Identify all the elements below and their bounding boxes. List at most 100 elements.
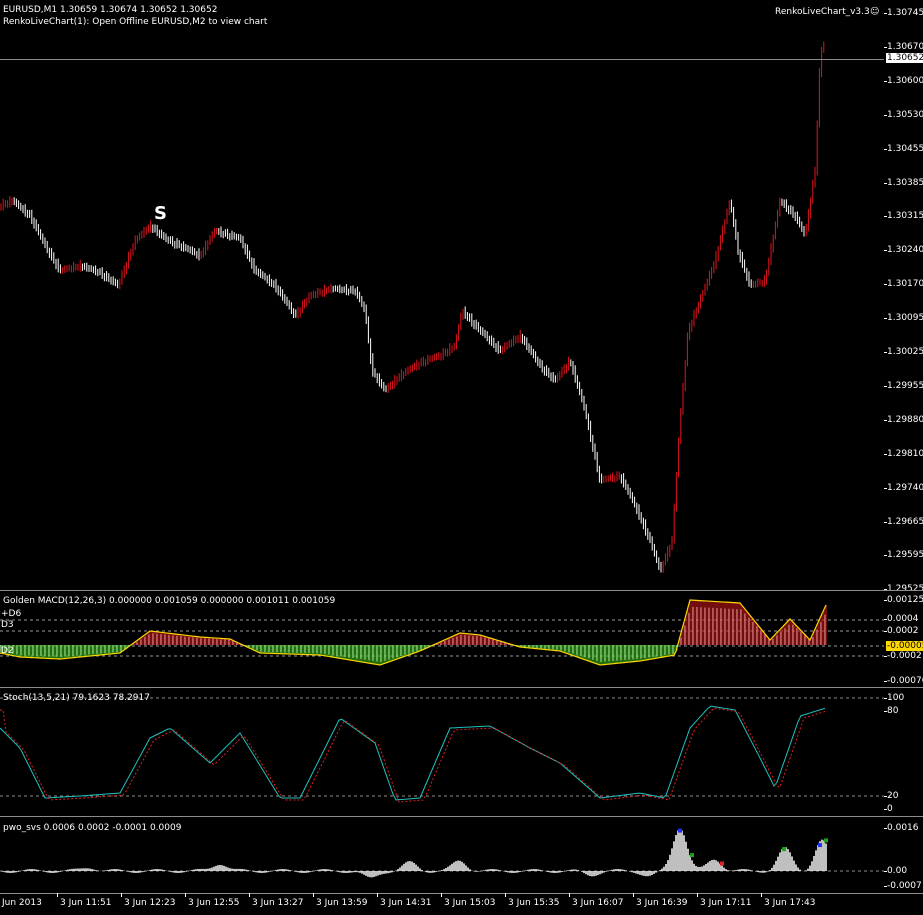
price-tick-label: 1.30315 xyxy=(887,211,923,222)
stoch-main-line xyxy=(0,705,826,801)
time-tick-label: Jun 2013 xyxy=(2,898,42,908)
pwo-tick-label: 0.0016 xyxy=(887,823,919,833)
macd-tick-mark xyxy=(884,619,887,620)
current-price-badge: 1.30652 xyxy=(886,53,923,63)
pwo-marker xyxy=(824,838,828,843)
time-tick-mark xyxy=(761,893,762,897)
price-tick-mark xyxy=(884,487,887,489)
stoch-tick-label: 80 xyxy=(887,706,899,716)
price-tick-mark xyxy=(884,385,887,387)
price-tick-label: 1.30745 xyxy=(887,8,923,18)
price-tick-mark xyxy=(884,114,887,116)
price-tick-label: 1.30455 xyxy=(887,143,923,154)
pwo-tick-mark xyxy=(884,886,887,887)
pwo-tick-mark xyxy=(884,871,887,872)
macd-level-d3: D3 xyxy=(1,620,14,630)
macd-tick-mark xyxy=(884,656,887,657)
pwo-tick-label: -0.0007 xyxy=(887,881,922,891)
time-tick-mark xyxy=(121,893,122,897)
macd-axis[interactable] xyxy=(884,591,923,687)
price-tick-mark xyxy=(884,250,887,252)
price-tick-mark xyxy=(884,318,887,320)
time-tick-mark xyxy=(697,893,698,897)
price-tick-mark xyxy=(884,46,887,48)
chart-title: EURUSD,M1 1.30659 1.30674 1.30652 1.3065… xyxy=(3,5,218,15)
signal-marker: S xyxy=(154,203,167,224)
macd-tick-mark xyxy=(884,600,887,601)
macd-tick-label: 0.0004 xyxy=(887,614,919,624)
macd-current-badge: -0.00005 xyxy=(886,641,923,651)
time-tick-label: 3 Jun 17:11 xyxy=(700,898,752,908)
time-tick-mark xyxy=(633,893,634,897)
time-tick-label: 3 Jun 13:27 xyxy=(252,898,304,908)
time-tick-label: 3 Jun 13:59 xyxy=(316,898,368,908)
current-price-line xyxy=(0,59,884,60)
price-candles xyxy=(0,41,825,573)
stoch-title: Stoch(13,5,21) 79.1623 78.2917 xyxy=(3,693,150,703)
time-tick-mark xyxy=(313,893,314,897)
time-tick-mark xyxy=(441,893,442,897)
time-tick-mark xyxy=(57,893,58,897)
stoch-tick-mark xyxy=(884,711,887,712)
price-tick-label: 1.30240 xyxy=(887,245,923,256)
time-tick-mark xyxy=(377,893,378,897)
macd-level-d6: +D6 xyxy=(1,609,22,619)
price-tick-mark xyxy=(884,352,887,353)
price-chart-pane[interactable]: EURUSD,M1 1.30659 1.30674 1.30652 1.3065… xyxy=(0,0,884,590)
time-tick-mark xyxy=(185,893,186,897)
price-tick-label: 1.30385 xyxy=(887,177,923,188)
price-tick-label: 1.30670 xyxy=(887,41,923,52)
macd-tick-label: 0.00125 xyxy=(887,595,923,605)
pwo-marker xyxy=(720,861,724,866)
price-tick-label: 1.29880 xyxy=(887,414,923,425)
time-tick-label: 3 Jun 12:55 xyxy=(188,898,240,908)
macd-tick-label: -0.0002 xyxy=(887,651,922,661)
price-tick-label: 1.30530 xyxy=(887,109,923,120)
time-tick-label: 3 Jun 11:51 xyxy=(60,898,112,908)
price-tick-mark xyxy=(884,284,887,286)
time-tick-label: 3 Jun 15:35 xyxy=(508,898,560,908)
price-tick-label: 1.29810 xyxy=(887,448,923,459)
price-tick-mark xyxy=(884,555,887,557)
pwo-title: pwo_svs 0.0006 0.0002 -0.0001 0.0009 xyxy=(3,823,182,833)
price-tick-label: 1.29740 xyxy=(887,482,923,493)
macd-title: Golden MACD(12,26,3) 0.000000 0.001059 0… xyxy=(3,596,336,606)
price-tick-mark xyxy=(884,80,887,82)
macd-level-d2: D2 xyxy=(1,646,14,656)
price-tick-mark xyxy=(884,148,887,150)
price-tick-label: 1.29595 xyxy=(887,550,923,561)
time-tick-label: 3 Jun 16:39 xyxy=(636,898,688,908)
expert-advisor-label[interactable]: RenkoLiveChart_v3.3 xyxy=(775,7,870,17)
stoch-tick-mark xyxy=(884,698,887,699)
macd-pane[interactable]: Golden MACD(12,26,3) 0.000000 0.001059 0… xyxy=(0,591,884,687)
time-tick-mark xyxy=(569,893,570,897)
time-tick-mark xyxy=(249,893,250,897)
pwo-marker xyxy=(818,843,822,848)
pwo-marker xyxy=(782,847,786,852)
price-tick-label: 1.30025 xyxy=(887,347,923,357)
macd-tick-label: -0.00070 xyxy=(887,676,923,686)
time-tick-label: 3 Jun 17:43 xyxy=(764,898,816,908)
time-tick-label: 3 Jun 12:23 xyxy=(124,898,176,908)
time-tick-label: 3 Jun 16:07 xyxy=(572,898,624,908)
chart-subtitle: RenkoLiveChart(1): Open Offline EURUSD,M… xyxy=(3,17,268,27)
pwo-tick-label: 0.00 xyxy=(887,866,908,876)
stoch-tick-mark xyxy=(884,809,887,810)
price-tick-mark xyxy=(884,419,887,421)
pwo-pane[interactable]: pwo_svs 0.0006 0.0002 -0.0001 0.0009 xyxy=(0,817,884,893)
stoch-tick-label: 100 xyxy=(887,693,905,703)
stoch-signal-line xyxy=(0,707,826,803)
price-tick-mark xyxy=(884,13,887,14)
macd-tick-mark xyxy=(884,631,887,632)
price-axis[interactable] xyxy=(884,0,923,590)
stoch-tick-mark xyxy=(884,796,887,797)
price-tick-label: 1.30095 xyxy=(887,313,923,324)
price-tick-label: 1.29665 xyxy=(887,516,923,527)
time-tick-mark xyxy=(505,893,506,897)
stochastic-lines xyxy=(0,697,884,803)
price-tick-label: 1.30600 xyxy=(887,75,923,86)
stochastic-pane[interactable]: Stoch(13,5,21) 79.1623 78.2917 xyxy=(0,688,884,816)
price-tick-mark xyxy=(884,216,887,218)
price-tick-mark xyxy=(884,521,887,523)
pwo-marker xyxy=(690,853,694,858)
